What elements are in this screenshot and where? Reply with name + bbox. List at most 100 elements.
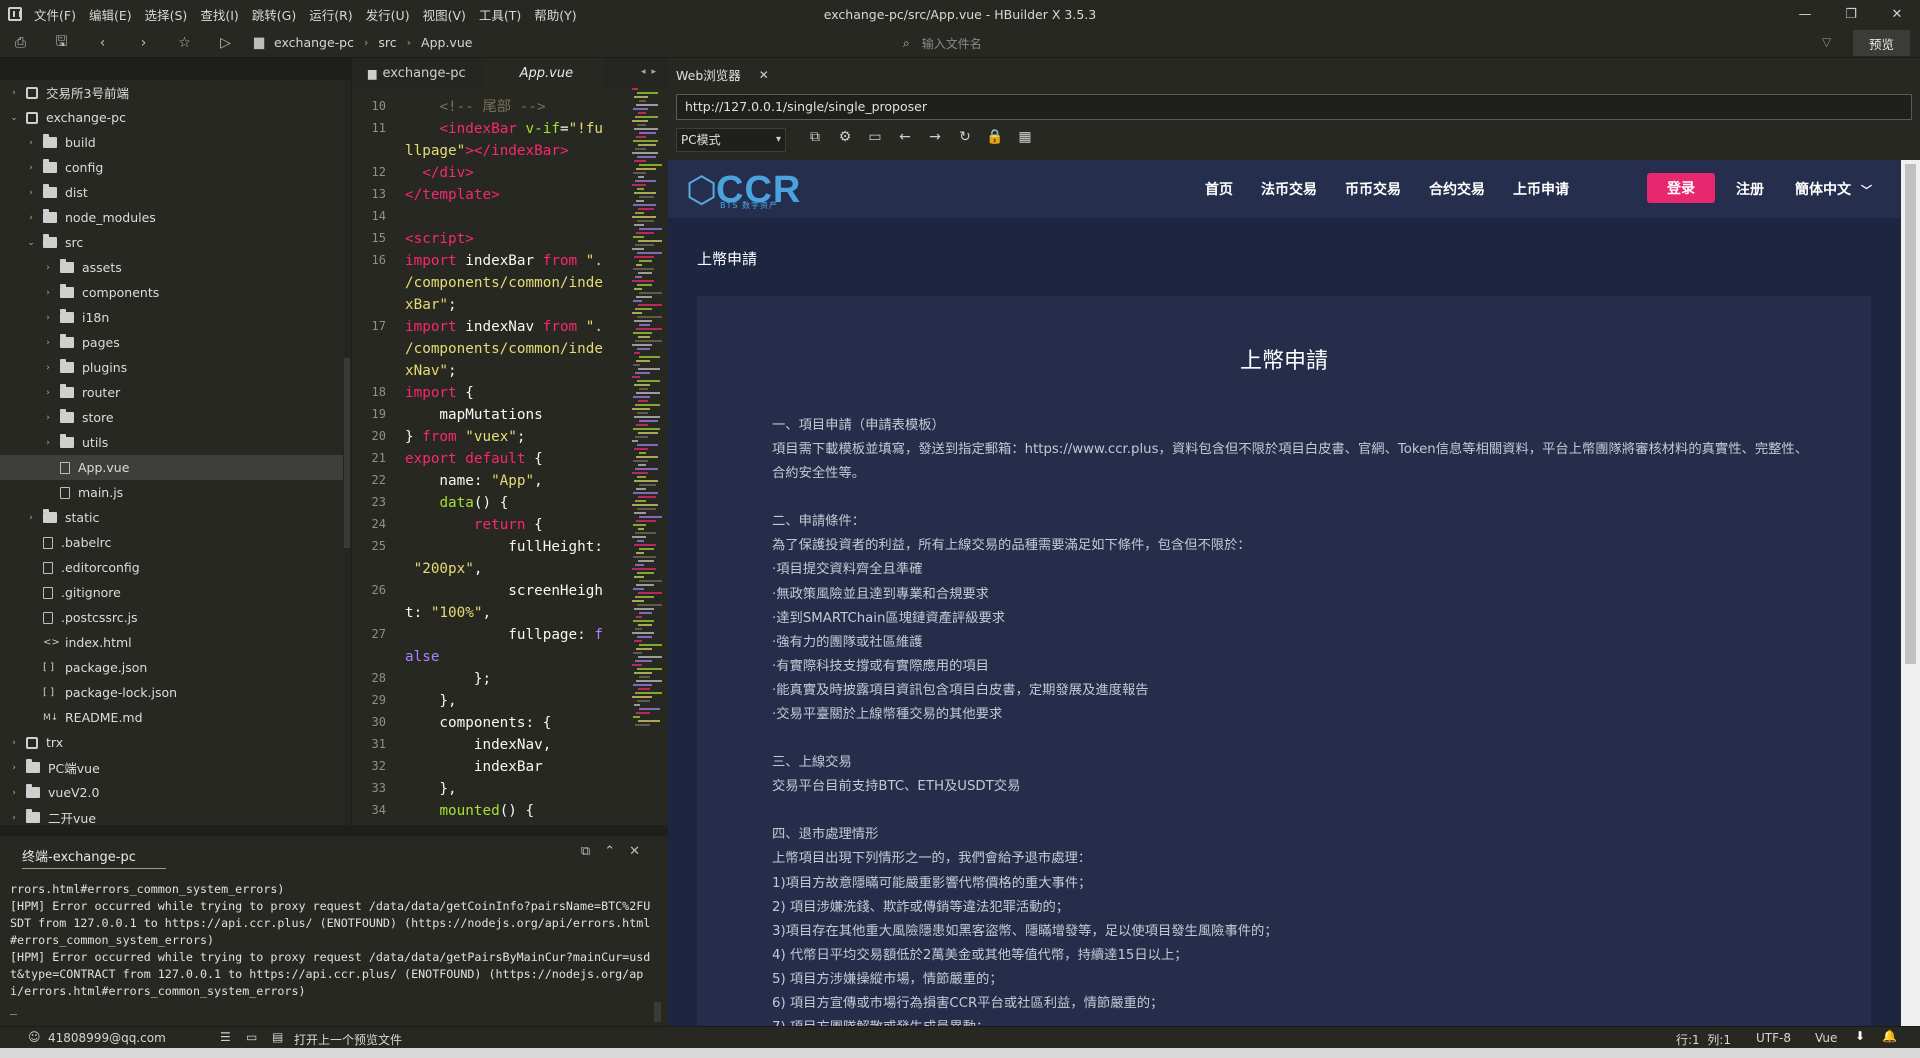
url-input[interactable]: http://127.0.0.1/single/single_proposer bbox=[676, 94, 1912, 120]
tree-item[interactable]: main.js bbox=[0, 480, 343, 505]
terminal-output[interactable]: rrors.html#errors_common_system_errors) [… bbox=[10, 881, 655, 1017]
minimize-icon[interactable]: — bbox=[1782, 0, 1828, 28]
restore-icon[interactable]: ❐ bbox=[1828, 0, 1874, 28]
breadcrumb-item[interactable]: src bbox=[378, 35, 396, 50]
tree-item[interactable]: .editorconfig bbox=[0, 555, 343, 580]
browser-tab[interactable]: Web浏览器 ✕ bbox=[676, 62, 769, 87]
register-link[interactable]: 注册 bbox=[1736, 179, 1764, 199]
forward-icon[interactable]: › bbox=[123, 35, 164, 51]
qr-code-icon[interactable]: ▦ bbox=[1010, 129, 1040, 145]
site-nav-link[interactable]: 合约交易 bbox=[1429, 179, 1485, 199]
language-select[interactable]: 簡体中文 ﹀ bbox=[1795, 179, 1872, 199]
tree-item[interactable]: M↓ README.md bbox=[0, 705, 343, 730]
back-icon[interactable]: ← bbox=[890, 129, 920, 145]
tree-item[interactable]: › config bbox=[0, 155, 343, 180]
list-icon[interactable]: ☰ bbox=[220, 1030, 231, 1044]
device-mode-select[interactable]: PC模式 bbox=[676, 128, 786, 152]
settings-icon[interactable]: ⚙ bbox=[830, 129, 860, 145]
file-search-input[interactable]: ⌕ 输入文件名 bbox=[903, 32, 1673, 54]
terminal-tab[interactable]: 终端-exchange-pc bbox=[22, 846, 166, 869]
close-icon[interactable]: ✕ bbox=[759, 68, 769, 82]
menu-item[interactable]: 运行(R) bbox=[309, 5, 352, 24]
tree-item[interactable]: ⌄ exchange-pc bbox=[0, 105, 343, 130]
terminal-icon[interactable]: ▤ bbox=[272, 1030, 283, 1044]
tree-item[interactable]: › node_modules bbox=[0, 205, 343, 230]
tree-item[interactable]: <> index.html bbox=[0, 630, 343, 655]
lock-icon[interactable]: 🔒 bbox=[980, 129, 1010, 145]
close-icon[interactable]: ✕ bbox=[1874, 0, 1920, 28]
tree-item[interactable]: › plugins bbox=[0, 355, 343, 380]
tree-item[interactable]: › i18n bbox=[0, 305, 343, 330]
back-icon[interactable]: ‹ bbox=[82, 35, 123, 51]
menu-item[interactable]: 文件(F) bbox=[34, 5, 76, 24]
refresh-icon[interactable]: ↻ bbox=[950, 129, 980, 145]
menu-item[interactable]: 工具(T) bbox=[479, 5, 521, 24]
tab-exchange-pc[interactable]: ▆ exchange-pc bbox=[352, 58, 482, 88]
tree-item[interactable]: › router bbox=[0, 380, 343, 405]
cursor-position[interactable]: 行:1 列:1 bbox=[1676, 1031, 1731, 1048]
close-icon[interactable]: ✕ bbox=[629, 844, 654, 859]
tab-app-vue[interactable]: App.vue bbox=[481, 58, 604, 88]
tree-item[interactable]: › pages bbox=[0, 330, 343, 355]
menu-item[interactable]: 选择(S) bbox=[145, 5, 188, 24]
tree-item[interactable]: ⌄ src bbox=[0, 230, 343, 255]
tree-item[interactable]: › trx bbox=[0, 730, 343, 755]
tree-scrollbar[interactable] bbox=[343, 80, 351, 825]
filter-icon[interactable]: ▽ bbox=[1822, 35, 1831, 49]
download-icon[interactable]: ⬇ bbox=[1855, 1029, 1865, 1043]
breadcrumb-item[interactable]: App.vue bbox=[421, 35, 472, 50]
site-nav-link[interactable]: 上币申请 bbox=[1513, 179, 1569, 199]
tree-item[interactable]: › 二开vue bbox=[0, 805, 343, 825]
run-icon[interactable]: ▷ bbox=[205, 35, 246, 51]
screen-icon[interactable]: ▭ bbox=[860, 129, 890, 145]
site-nav-link[interactable]: 币币交易 bbox=[1345, 179, 1401, 199]
menu-item[interactable]: 查找(I) bbox=[200, 5, 238, 24]
tree-item[interactable]: [ ] package.json bbox=[0, 655, 343, 680]
tree-item[interactable]: › utils bbox=[0, 430, 343, 455]
viewport-scrollbar[interactable] bbox=[1901, 160, 1920, 1026]
tree-item[interactable]: [ ] package-lock.json bbox=[0, 680, 343, 705]
star-icon[interactable]: ☆ bbox=[164, 35, 205, 51]
terminal-scrollbar-thumb[interactable] bbox=[654, 1002, 661, 1022]
collapse-icon[interactable]: ⌃ bbox=[604, 844, 629, 859]
menu-item[interactable]: 编辑(E) bbox=[89, 5, 132, 24]
menu-item[interactable]: 跳转(G) bbox=[252, 5, 296, 24]
language-mode[interactable]: Vue bbox=[1815, 1031, 1837, 1045]
encoding[interactable]: UTF-8 bbox=[1756, 1031, 1791, 1045]
save-icon[interactable]: 🖫 bbox=[41, 31, 82, 55]
tree-item[interactable]: › build bbox=[0, 130, 343, 155]
tab-scroll-arrows-icon[interactable]: ◂▸ bbox=[641, 67, 662, 77]
tree-item[interactable]: › store bbox=[0, 405, 343, 430]
tree-item[interactable]: › vueV2.0 bbox=[0, 780, 343, 805]
site-nav-link[interactable]: 法币交易 bbox=[1261, 179, 1317, 199]
message-icon[interactable]: ▭ bbox=[246, 1030, 257, 1044]
tree-item[interactable]: › dist bbox=[0, 180, 343, 205]
tree-item[interactable]: › static bbox=[0, 505, 343, 530]
open-devtools-icon[interactable]: ⧉ bbox=[800, 129, 830, 145]
tree-item[interactable]: .gitignore bbox=[0, 580, 343, 605]
tree-item[interactable]: › components bbox=[0, 280, 343, 305]
forward-icon[interactable]: → bbox=[920, 129, 950, 145]
site-nav-link[interactable]: 首页 bbox=[1205, 179, 1233, 199]
tree-item[interactable]: .postcssrc.js bbox=[0, 605, 343, 630]
new-file-icon[interactable]: ⎙ bbox=[0, 35, 41, 51]
bell-icon[interactable]: 🔔 bbox=[1882, 1029, 1897, 1043]
tree-item[interactable]: › PC端vue bbox=[0, 755, 343, 780]
open-external-icon[interactable]: ⧉ bbox=[581, 844, 604, 859]
tree-item[interactable]: › 交易所3号前端 bbox=[0, 80, 343, 105]
minimap[interactable] bbox=[632, 88, 662, 825]
account-label[interactable]: 41808999@qq.com bbox=[48, 1031, 166, 1045]
tree-item[interactable]: .babelrc bbox=[0, 530, 343, 555]
tree-item[interactable]: › assets bbox=[0, 255, 343, 280]
preview-button[interactable]: 预览 bbox=[1853, 30, 1910, 56]
login-button[interactable]: 登录 bbox=[1647, 173, 1715, 203]
scrollbar-thumb[interactable] bbox=[1905, 164, 1916, 664]
user-icon[interactable]: ☺ bbox=[28, 1030, 41, 1044]
menu-item[interactable]: 发行(U) bbox=[366, 5, 410, 24]
menu-item[interactable]: 帮助(Y) bbox=[534, 5, 576, 24]
tree-item[interactable]: App.vue bbox=[0, 455, 343, 480]
breadcrumb-item[interactable]: exchange-pc bbox=[274, 35, 354, 50]
menu-item[interactable]: 视图(V) bbox=[423, 5, 466, 24]
code-editor[interactable]: 101112131415⊟161718⊟192021⊟2223⊟24⊟25262… bbox=[352, 88, 668, 825]
ccr-logo[interactable]: ⬡ CCR BTS 数字资产 bbox=[686, 170, 806, 210]
